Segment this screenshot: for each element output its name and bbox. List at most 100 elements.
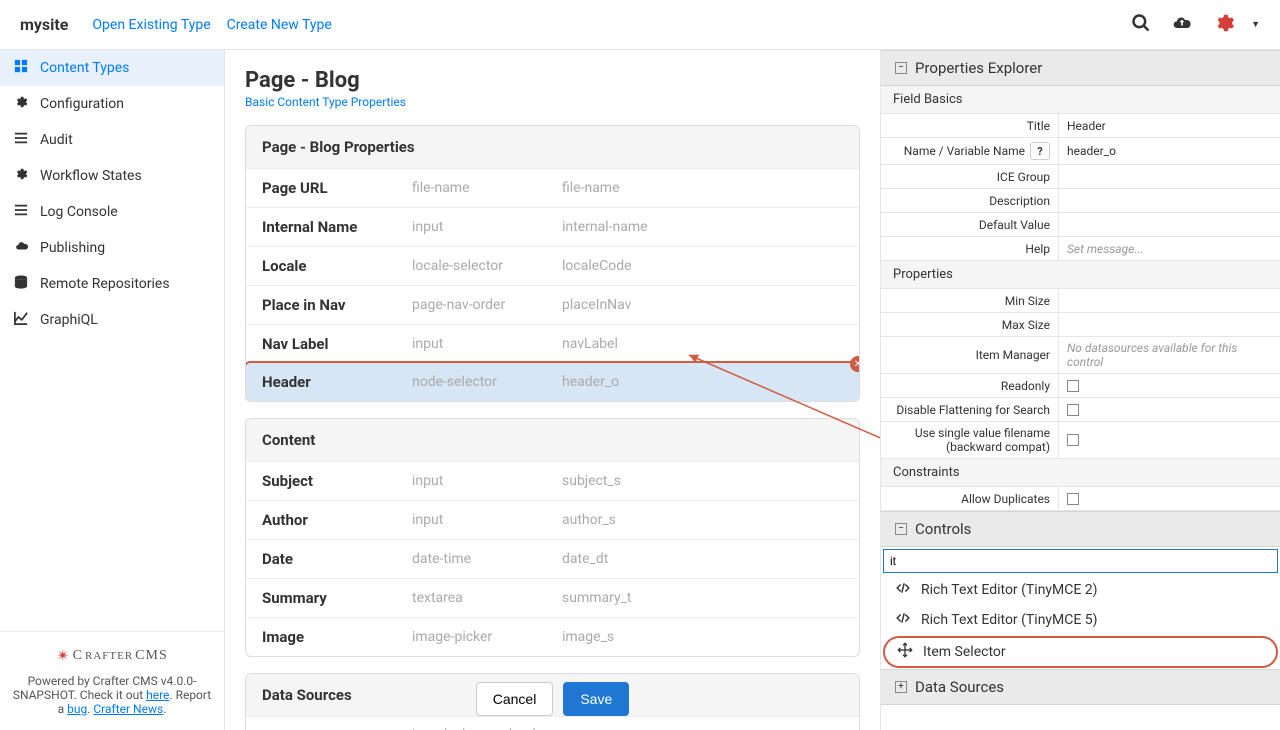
controls-header[interactable]: − Controls: [881, 511, 1280, 547]
footer-news-link[interactable]: Crafter News: [93, 702, 163, 716]
properties-explorer-header[interactable]: − Properties Explorer: [881, 50, 1280, 86]
page-title: Page - Blog: [245, 68, 860, 93]
sidebar-item-configuration[interactable]: Configuration: [0, 86, 224, 122]
property-value[interactable]: [1059, 422, 1280, 458]
sidebar-item-label: Log Console: [40, 204, 118, 220]
field-name: Author: [262, 511, 412, 529]
sidebar-item-label: Publishing: [40, 240, 105, 256]
field-row[interactable]: img-desktop-upload: [246, 716, 859, 730]
field-var: localeCode: [562, 258, 632, 274]
grid-icon: [14, 59, 32, 77]
checkbox[interactable]: [1067, 404, 1079, 416]
collapse-icon[interactable]: −: [895, 62, 907, 74]
open-type-link[interactable]: Open Existing Type: [92, 17, 210, 33]
property-value[interactable]: [1059, 313, 1280, 336]
property-row: Max Size: [881, 313, 1280, 337]
sidebar-item-label: Workflow States: [40, 168, 142, 184]
property-value[interactable]: [1059, 289, 1280, 312]
field-row[interactable]: Locale locale-selector localeCode: [246, 246, 859, 285]
footer-bug-link[interactable]: bug: [67, 702, 87, 716]
field-row[interactable]: Nav Label input navLabel: [246, 324, 859, 363]
sidebar-item-remote-repositories[interactable]: Remote Repositories: [0, 266, 224, 302]
constraints-header: Constraints: [881, 459, 1280, 487]
controls-filter-input[interactable]: [883, 549, 1278, 573]
cancel-button[interactable]: Cancel: [476, 682, 554, 716]
property-value[interactable]: [1059, 213, 1280, 236]
field-basics-header: Field Basics: [881, 86, 1280, 114]
collapse-icon[interactable]: −: [895, 523, 907, 535]
panel-header: Page - Blog Properties: [246, 126, 859, 168]
sidebar-item-graphiql[interactable]: GraphiQL: [0, 302, 224, 338]
control-item[interactable]: Item Selector: [883, 636, 1278, 668]
sidebar-item-audit[interactable]: Audit: [0, 122, 224, 158]
field-row[interactable]: Internal Name input internal-name: [246, 207, 859, 246]
breadcrumb[interactable]: Basic Content Type Properties: [245, 95, 860, 109]
sidebar-item-log-console[interactable]: Log Console: [0, 194, 224, 230]
gear-icon: [14, 167, 32, 185]
checkbox[interactable]: [1067, 434, 1079, 446]
sidebar: Content Types Configuration Audit Workflow …: [0, 50, 225, 730]
property-value[interactable]: Set message...: [1059, 237, 1280, 260]
field-row[interactable]: Author input author_s: [246, 500, 859, 539]
property-value[interactable]: No datasources available for this contro…: [1059, 337, 1280, 373]
field-type: locale-selector: [412, 258, 562, 274]
field-row[interactable]: Place in Nav page-nav-order placeInNav: [246, 285, 859, 324]
topbar: mysite Open Existing Type Create New Typ…: [0, 0, 1280, 50]
property-row: Allow Duplicates: [881, 487, 1280, 511]
upload-cloud-icon[interactable]: [1171, 13, 1193, 37]
footer-here-link[interactable]: here: [146, 688, 169, 702]
field-row[interactable]: Image image-picker image_s: [246, 617, 859, 656]
property-row: HelpSet message...: [881, 237, 1280, 261]
property-label: Max Size: [881, 313, 1059, 336]
checkbox[interactable]: [1067, 493, 1079, 505]
help-icon[interactable]: ?: [1030, 142, 1050, 160]
field-var: header_o: [562, 374, 619, 390]
settings-caret-icon[interactable]: ▼: [1251, 19, 1260, 30]
gear-icon: [14, 95, 32, 113]
property-value[interactable]: [1059, 487, 1280, 510]
field-row[interactable]: Subject input subject_s: [246, 461, 859, 500]
property-row: Description: [881, 189, 1280, 213]
create-type-link[interactable]: Create New Type: [227, 17, 332, 33]
field-row[interactable]: Page URL file-name file-name: [246, 168, 859, 207]
search-icon[interactable]: [1131, 13, 1151, 37]
field-name: Nav Label: [262, 335, 412, 353]
sidebar-item-content-types[interactable]: Content Types: [0, 50, 224, 86]
panel-0: Page - Blog Properties Page URL file-nam…: [245, 125, 860, 402]
save-button[interactable]: Save: [563, 682, 629, 716]
control-item[interactable]: Rich Text Editor (TinyMCE 2): [881, 575, 1280, 605]
crafter-logo: ✴ CRAFTERCMS: [10, 646, 214, 666]
property-value[interactable]: [1059, 189, 1280, 212]
field-type: image-picker: [412, 629, 562, 645]
list-icon: [14, 203, 32, 221]
control-item[interactable]: Rich Text Editor (TinyMCE 5): [881, 605, 1280, 635]
property-label: Title: [881, 114, 1059, 137]
sidebar-item-publishing[interactable]: Publishing: [0, 230, 224, 266]
properties-panel: − Properties Explorer Field Basics Title…: [880, 50, 1280, 730]
property-value[interactable]: header_o: [1059, 138, 1280, 164]
field-type: page-nav-order: [412, 297, 562, 313]
property-row: Item ManagerNo datasources available for…: [881, 337, 1280, 374]
property-label: Min Size: [881, 289, 1059, 312]
property-value[interactable]: [1059, 374, 1280, 397]
property-value[interactable]: [1059, 398, 1280, 421]
property-value[interactable]: [1059, 165, 1280, 188]
field-var: date_dt: [562, 551, 608, 567]
sidebar-item-label: Content Types: [40, 60, 129, 76]
properties-header: Properties: [881, 261, 1280, 289]
sidebar-item-label: Remote Repositories: [40, 276, 170, 292]
property-label: Item Manager: [881, 337, 1059, 373]
expand-icon[interactable]: +: [895, 681, 907, 693]
settings-gear-icon[interactable]: [1213, 12, 1235, 38]
field-name: Header: [262, 373, 412, 391]
field-row[interactable]: Summary textarea summary_t: [246, 578, 859, 617]
sidebar-item-workflow-states[interactable]: Workflow States: [0, 158, 224, 194]
field-row[interactable]: Date date-time date_dt: [246, 539, 859, 578]
checkbox[interactable]: [1067, 380, 1079, 392]
logo-gear-icon: ✴: [56, 646, 70, 666]
field-row[interactable]: Header node-selector header_o ✕: [245, 361, 860, 402]
sidebar-item-label: Configuration: [40, 96, 124, 112]
property-value[interactable]: Header: [1059, 114, 1280, 137]
data-sources-header[interactable]: + Data Sources: [881, 669, 1280, 705]
close-icon[interactable]: ✕: [850, 356, 860, 372]
